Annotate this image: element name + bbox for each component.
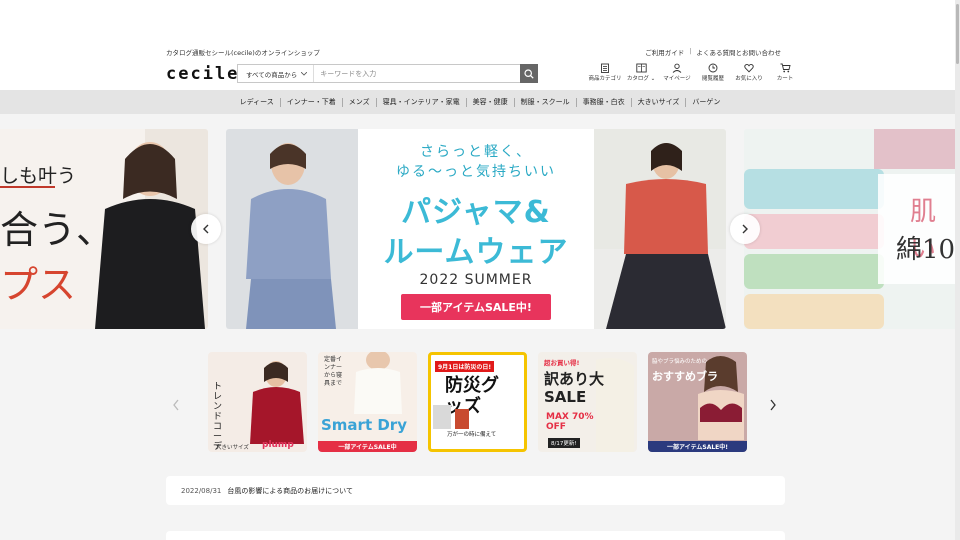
header-icons: 商品カテゴリ カタログ ⌄ マイページ 閲覧履歴 お気に入り カート — [587, 63, 803, 82]
chevron-down-icon — [301, 71, 308, 76]
search-input[interactable] — [314, 65, 520, 82]
cart-button[interactable]: カート — [767, 63, 803, 82]
category-button[interactable]: 商品カテゴリ — [587, 63, 623, 82]
hero-slide-current[interactable]: さらっと軽く、 ゆる〜っと気持ちいい パジャマ& ルームウェア 2022 SUM… — [226, 129, 726, 329]
outlet-percent: MAX 70% OFF — [546, 412, 594, 432]
subbanner-next-button[interactable] — [769, 396, 777, 415]
outlet-small: 超お買い得! — [544, 359, 580, 367]
model-photo — [698, 356, 744, 440]
chevron-right-icon — [770, 399, 776, 411]
catalog-label: カタログ ⌄ — [626, 76, 656, 82]
outlet-update-date: 8/17更新! — [548, 438, 580, 448]
category-label: 商品カテゴリ — [588, 76, 622, 82]
hero-next-line-2: 綿10 — [896, 235, 956, 265]
nav-item-inner[interactable]: インナー・下着 — [281, 97, 343, 107]
hero-copy-2: ゆる〜っと気持ちいい — [396, 164, 556, 180]
nav-item-bedding[interactable]: 寝具・インテリア・家電 — [377, 97, 467, 107]
hero-prev-line-1: しも叶う — [0, 165, 77, 187]
search-icon — [524, 68, 534, 79]
category-icon — [601, 63, 609, 73]
hero-prev-line-2: 合う、 — [0, 208, 115, 252]
hero-prev-line-3: プス — [0, 263, 77, 307]
outlet-title: 訳あり大SALE — [544, 370, 605, 406]
catalog-label-text: カタログ — [626, 76, 649, 82]
bra-small: 脇やブラ悩みのための — [652, 359, 708, 365]
cart-icon — [780, 63, 791, 73]
hero-sale-badge: 一部アイテムSALE中! — [401, 294, 551, 320]
news-item[interactable]: 2022/08/31 台風の影響による商品のお届けについて — [166, 476, 785, 505]
mypage-button[interactable]: マイページ — [659, 63, 695, 82]
hero-slide-prev[interactable]: しも叶う 合う、 プス — [0, 129, 208, 329]
search-button[interactable] — [520, 64, 538, 83]
nav-item-ladies[interactable]: レディース — [234, 97, 281, 107]
search-bar: すべての商品から — [237, 64, 538, 83]
category-nav: レディース インナー・下着 メンズ 寝具・インテリア・家電 美容・健康 制服・ス… — [0, 90, 960, 114]
cecile-logo[interactable]: cecile — [166, 64, 239, 84]
history-button[interactable]: 閲覧履歴 — [695, 63, 731, 82]
news-title: 台風の影響による商品のお届けについて — [227, 486, 353, 495]
site-tagline: カタログ通販セシール(cecile)のオンラインショップ — [166, 49, 320, 57]
faq-link[interactable]: よくある質問とお問い合わせ — [697, 47, 782, 57]
hero-title-1: パジャマ& — [401, 195, 551, 230]
site-header: カタログ通販セシール(cecile)のオンラインショップ ご利用ガイド | よく… — [0, 0, 960, 90]
page-scrollbar[interactable] — [955, 0, 960, 540]
plump-brand: plump — [262, 440, 294, 450]
search-scope-label: すべての商品から — [246, 70, 298, 79]
clock-icon — [708, 63, 718, 73]
news-date: 2022/08/31 — [181, 486, 222, 495]
subbanner-row: 大きいサイズ トレンドコーデ plump 定番インナーから寝具まで Smart … — [208, 352, 747, 452]
hero-carousel: しも叶う 合う、 プス さらっと軽く、 ゆる〜っと気持ちいい パジャマ& ルーム… — [0, 129, 960, 329]
chevron-left-icon — [173, 399, 179, 411]
nav-item-bargain[interactable]: バーゲン — [686, 98, 726, 107]
catalog-icon — [635, 63, 647, 73]
catalog-button[interactable]: カタログ ⌄ — [623, 63, 659, 82]
nav-item-uniform[interactable]: 制服・スクール — [515, 97, 577, 107]
nav-item-mens[interactable]: メンズ — [343, 97, 377, 107]
bra-title: おすすめブラ — [652, 370, 718, 383]
favorites-button[interactable]: お気に入り — [731, 63, 767, 82]
search-scope-select[interactable]: すべての商品から — [238, 65, 315, 82]
guide-link[interactable]: ご利用ガイド — [645, 47, 684, 57]
trend-title: トレンドコーデ — [213, 382, 223, 452]
chevron-left-icon — [203, 224, 209, 234]
user-icon — [672, 63, 682, 73]
link-separator: | — [689, 47, 692, 55]
hero-next-button[interactable] — [730, 214, 760, 244]
bra-sale-strip: 一部アイテムSALE中! — [648, 441, 747, 452]
content-card — [166, 531, 785, 540]
subbanner-outlet-sale[interactable]: 超お買い得! 訳あり大SALE MAX 70% OFF 8/17更新! — [538, 352, 637, 452]
scrollbar-thumb[interactable] — [956, 4, 959, 64]
history-label: 閲覧履歴 — [701, 76, 724, 82]
nav-item-large-size[interactable]: 大きいサイズ — [632, 97, 687, 107]
subbanner-bra[interactable]: 脇やブラ悩みのための おすすめブラ 一部アイテムSALE中! — [648, 352, 747, 452]
favorites-label: お気に入り — [735, 76, 763, 82]
heart-icon — [744, 64, 754, 73]
disaster-date-badge: 9月1日は防災の日! — [435, 361, 495, 372]
subbanner-smartdry[interactable]: 定番インナーから寝具まで Smart Dry 一部アイテムSALE中 — [318, 352, 417, 452]
hero-season: 2022 SUMMER — [419, 272, 533, 288]
top-links: ご利用ガイド | よくある質問とお問い合わせ — [645, 47, 781, 57]
mypage-label: マイページ — [663, 76, 691, 82]
nav-item-office[interactable]: 事務服・白衣 — [577, 97, 632, 107]
hero-prev-button[interactable] — [191, 214, 221, 244]
smartdry-small: 定番インナーから寝具まで — [324, 356, 343, 387]
chevron-right-icon — [742, 224, 748, 234]
hero-slide-next[interactable]: 肌い 綿10 — [744, 129, 960, 329]
smartdry-sale-strip: 一部アイテムSALE中 — [318, 441, 417, 452]
subbanner-prev-button[interactable] — [172, 396, 180, 415]
subbanner-disaster[interactable]: 9月1日は防災の日! 防災グッズ 万が一の時に備えて — [428, 352, 527, 452]
cart-label: カート — [776, 76, 794, 82]
goods-photo — [433, 405, 469, 429]
nav-item-beauty[interactable]: 美容・健康 — [467, 97, 515, 107]
hero-title-2: ルームウェア — [383, 235, 569, 270]
hero-copy-1: さらっと軽く、 — [420, 144, 532, 160]
smartdry-title: Smart Dry — [321, 416, 407, 434]
hero-prev-underline — [0, 186, 55, 188]
subbanner-trend[interactable]: 大きいサイズ トレンドコーデ plump — [208, 352, 307, 452]
